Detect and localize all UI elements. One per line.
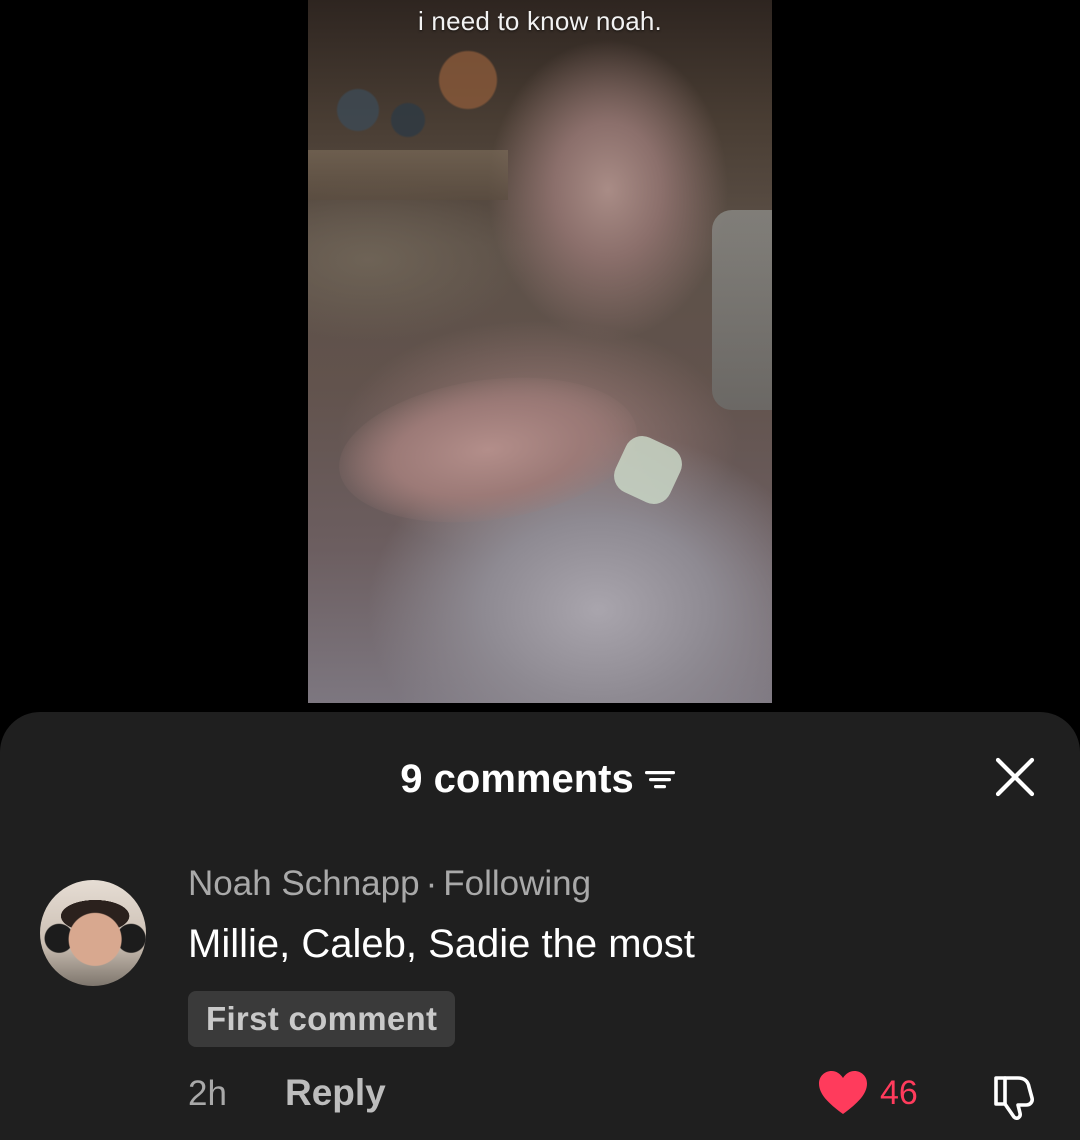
first-comment-badge: First comment [188,991,456,1047]
comments-header: 9 comments [0,754,1080,804]
like-button[interactable]: 46 [818,1070,918,1116]
close-icon[interactable] [992,754,1038,800]
video-hand [329,359,647,541]
filter-icon[interactable] [642,764,680,794]
comment-time: 2h [188,1074,227,1113]
screen: i need to know noah. 9 comments Noah Sch… [0,0,1080,1140]
heart-icon [818,1070,868,1116]
dislike-icon[interactable] [988,1068,1042,1122]
like-count: 46 [880,1073,918,1112]
comments-sheet: 9 comments Noah Schnapp · Following Millie… [0,712,1080,1140]
avatar[interactable] [40,880,146,986]
reply-button[interactable]: Reply [285,1072,386,1114]
video-background-pillow [712,210,772,410]
video-background-wall [308,150,508,200]
comment-author[interactable]: Noah Schnapp [188,864,420,903]
comment-text: Millie, Caleb, Sadie the most [188,922,695,966]
video-player[interactable]: i need to know noah. [308,0,772,703]
video-caption: i need to know noah. [418,6,662,36]
comment-meta: Noah Schnapp · Following [188,864,591,904]
comments-count: 9 comments [400,756,634,801]
meta-separator: · [425,864,438,903]
following-label: Following [443,864,592,903]
video-background-shelf [318,20,498,140]
